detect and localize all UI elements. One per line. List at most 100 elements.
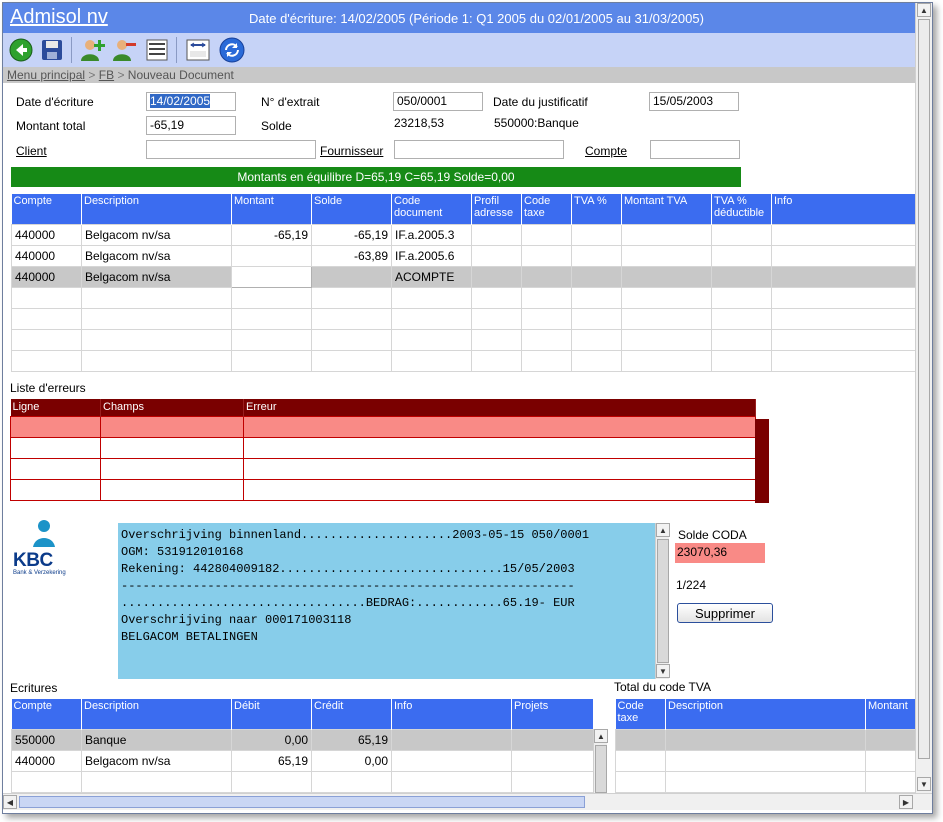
table-row[interactable]: 440000 Belgacom nv/sa -63,89 IF.a.2005.6 xyxy=(11,244,916,267)
cell[interactable]: 440000 xyxy=(11,265,82,288)
col-header[interactable]: Montant xyxy=(231,194,312,224)
table-row-empty[interactable] xyxy=(11,307,916,330)
col-header[interactable]: Description xyxy=(665,699,866,729)
cell[interactable] xyxy=(711,265,772,288)
cell[interactable] xyxy=(471,265,522,288)
cell[interactable]: -65,19 xyxy=(231,223,312,246)
cell[interactable] xyxy=(391,749,512,772)
col-header[interactable]: Code document xyxy=(391,194,472,224)
cell[interactable]: Belgacom nv/sa xyxy=(81,749,232,772)
col-header[interactable]: TVA % déductible xyxy=(711,194,772,224)
col-header[interactable]: Info xyxy=(771,194,916,224)
cell[interactable] xyxy=(471,223,522,246)
table-row-empty[interactable] xyxy=(615,749,916,772)
table-row[interactable]: 440000 Belgacom nv/sa -65,19 -65,19 IF.a… xyxy=(11,223,916,246)
cell[interactable] xyxy=(571,223,622,246)
date-justif-field[interactable]: 15/05/2003 xyxy=(649,92,739,111)
fournisseur-field[interactable] xyxy=(394,140,564,159)
col-header[interactable]: Compte xyxy=(11,699,82,729)
cell[interactable]: 550000 xyxy=(11,728,82,751)
col-header[interactable]: Projets xyxy=(511,699,594,729)
montant-field[interactable]: -65,19 xyxy=(146,116,236,135)
col-header[interactable]: Solde xyxy=(311,194,392,224)
scroll-left-icon[interactable]: ◀ xyxy=(3,795,17,809)
cell[interactable] xyxy=(391,728,512,751)
compte-field[interactable] xyxy=(650,140,740,159)
col-header[interactable]: Description xyxy=(81,699,232,729)
coda-scrollbar[interactable]: ▲ ▼ xyxy=(655,523,670,679)
cell[interactable] xyxy=(571,265,622,288)
col-header[interactable]: Compte xyxy=(11,194,82,224)
table-row[interactable] xyxy=(615,728,916,751)
col-header[interactable]: Crédit xyxy=(311,699,392,729)
cell[interactable] xyxy=(771,244,916,267)
table-row-empty[interactable] xyxy=(615,770,916,793)
col-header[interactable]: Description xyxy=(81,194,232,224)
cell[interactable]: 65,19 xyxy=(311,728,392,751)
cell[interactable]: 65,19 xyxy=(231,749,312,772)
client-field[interactable] xyxy=(146,140,316,159)
scroll-thumb[interactable] xyxy=(657,539,669,663)
scroll-down-icon[interactable]: ▼ xyxy=(656,664,670,678)
date-ecriture-field[interactable]: 14/02/2005 xyxy=(146,92,236,111)
breadcrumb-fb[interactable]: FB xyxy=(99,68,114,82)
list-icon[interactable] xyxy=(144,37,170,63)
breadcrumb-menu-principal[interactable]: Menu principal xyxy=(7,68,85,82)
cell[interactable] xyxy=(471,244,522,267)
table-row-empty[interactable] xyxy=(11,349,916,372)
cell[interactable] xyxy=(511,728,594,751)
cell[interactable] xyxy=(621,265,712,288)
col-header[interactable]: Code taxe xyxy=(615,699,666,729)
add-user-icon[interactable] xyxy=(79,37,105,63)
cell[interactable] xyxy=(521,223,572,246)
cell[interactable]: Belgacom nv/sa xyxy=(81,265,232,288)
col-header[interactable]: Info xyxy=(391,699,512,729)
cell[interactable]: Belgacom nv/sa xyxy=(81,244,232,267)
calculator-icon[interactable] xyxy=(185,37,211,63)
cell[interactable] xyxy=(771,265,916,288)
remove-user-icon[interactable] xyxy=(111,37,137,63)
errors-scrollbar[interactable] xyxy=(755,419,769,503)
cell[interactable]: Banque xyxy=(81,728,232,751)
table-row-empty[interactable] xyxy=(11,286,916,309)
cell[interactable] xyxy=(231,244,312,267)
scroll-up-icon[interactable]: ▲ xyxy=(594,729,608,743)
ecritures-scrollbar[interactable]: ▲ xyxy=(593,729,608,793)
back-icon[interactable] xyxy=(8,37,34,63)
scroll-thumb[interactable] xyxy=(918,19,930,759)
table-row-empty[interactable] xyxy=(11,328,916,351)
cell[interactable]: 440000 xyxy=(11,244,82,267)
scroll-down-icon[interactable]: ▼ xyxy=(917,777,931,791)
cell[interactable] xyxy=(711,223,772,246)
scroll-up-icon[interactable]: ▲ xyxy=(656,523,670,537)
error-row[interactable] xyxy=(10,415,756,438)
cell[interactable] xyxy=(521,265,572,288)
cell[interactable]: Belgacom nv/sa xyxy=(81,223,232,246)
cell[interactable] xyxy=(771,223,916,246)
cell[interactable] xyxy=(571,244,622,267)
save-icon[interactable] xyxy=(39,37,65,63)
table-row-selected[interactable]: 440000 Belgacom nv/sa ACOMPTE xyxy=(11,265,916,288)
cell[interactable] xyxy=(521,244,572,267)
extrait-field[interactable]: 050/0001 xyxy=(393,92,483,111)
cell[interactable] xyxy=(621,223,712,246)
main-vertical-scrollbar[interactable]: ▲ ▼ xyxy=(915,3,932,793)
montant-edit-cell[interactable] xyxy=(231,265,312,288)
cell[interactable] xyxy=(511,749,594,772)
col-header[interactable]: Débit xyxy=(231,699,312,729)
cell[interactable] xyxy=(311,265,392,288)
fournisseur-link[interactable]: Fournisseur xyxy=(320,144,383,158)
cell[interactable] xyxy=(621,244,712,267)
col-header[interactable]: Ligne xyxy=(10,399,101,416)
cell[interactable]: ACOMPTE xyxy=(391,265,472,288)
error-row[interactable] xyxy=(10,436,756,459)
compte-link[interactable]: Compte xyxy=(585,144,627,158)
cell[interactable]: 0,00 xyxy=(311,749,392,772)
scroll-thumb[interactable] xyxy=(19,796,585,808)
table-row[interactable]: 550000 Banque 0,00 65,19 xyxy=(11,728,594,751)
cell[interactable]: -65,19 xyxy=(311,223,392,246)
cell[interactable]: IF.a.2005.3 xyxy=(391,223,472,246)
delete-button[interactable]: Supprimer xyxy=(677,603,773,623)
col-header[interactable]: Profil adresse xyxy=(471,194,522,224)
cell[interactable]: 440000 xyxy=(11,749,82,772)
